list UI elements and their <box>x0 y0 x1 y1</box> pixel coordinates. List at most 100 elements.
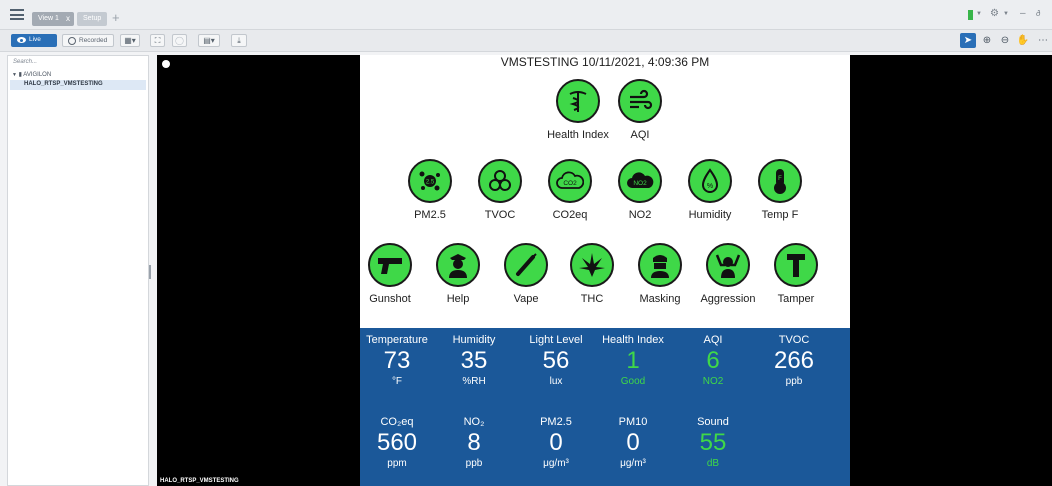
site-tree-node[interactable]: ▼ ▮ AVIGILON <box>12 71 51 78</box>
metric-label: Health Index <box>602 334 664 346</box>
metric-value: 8 <box>467 429 481 456</box>
layout-button[interactable]: ▦▾ <box>120 34 140 47</box>
clock-icon <box>68 37 76 45</box>
gear-icon[interactable]: ⚙ <box>990 8 999 19</box>
metric-label: AQI <box>703 334 723 346</box>
tab-view-1[interactable]: View 1 x <box>32 12 74 26</box>
cannabis-leaf-icon <box>570 243 614 287</box>
metric-co2eq: CO₂eq 560 ppm <box>356 416 438 469</box>
menu-icon[interactable] <box>10 9 24 20</box>
add-tab-button[interactable]: + <box>112 10 120 25</box>
metric-label: Humidity <box>452 334 496 346</box>
metric-temperature: Temperature 73 °F <box>356 334 438 387</box>
metric-unit: ppb <box>465 458 483 469</box>
metric-unit: lux <box>549 376 563 387</box>
metric-value: 0 <box>626 429 640 456</box>
metric-label: TVOC <box>778 334 810 346</box>
masked-person-icon <box>638 243 682 287</box>
maximize-button[interactable]: ð <box>1036 9 1040 18</box>
metric-pm25: PM2.5 0 μg/m³ <box>515 416 597 469</box>
camera-tree-panel: Search... ▼ ▮ AVIGILON HALO_RTSP_VMSTEST… <box>7 55 149 486</box>
particles-icon: 2.5 <box>408 159 452 203</box>
dashboard-title: VMSTESTING 10/11/2021, 4:09:36 PM <box>500 55 710 69</box>
metric-pm10: PM10 0 μg/m³ <box>592 416 674 469</box>
tab-setup-label: Setup <box>83 15 102 22</box>
metric-tvoc: TVOC 266 ppb <box>753 334 835 387</box>
chevron-down-icon[interactable]: ▼ <box>1003 11 1009 17</box>
pointer-tool-button[interactable]: ➤ <box>960 33 976 48</box>
live-button[interactable]: Live <box>11 34 57 47</box>
metric-unit: %RH <box>462 376 486 387</box>
more-tools-icon[interactable]: ⋯ <box>1036 33 1050 48</box>
live-button-label: Live <box>29 36 41 43</box>
metric-sound: Sound 55 dB <box>672 416 754 469</box>
sensor-metrics-panel: Temperature 73 °F Humidity 35 %RH Light … <box>360 328 850 486</box>
svg-text:NO2: NO2 <box>633 180 647 187</box>
chevron-down-icon[interactable]: ▼ <box>976 11 982 17</box>
recording-dot-icon <box>162 60 170 68</box>
fullscreen-button[interactable]: ⛶ <box>150 34 165 47</box>
camera-tree-item[interactable]: HALO_RTSP_VMSTESTING <box>10 80 146 90</box>
minimize-button[interactable]: – <box>1020 8 1026 19</box>
metric-value: 73 <box>383 347 411 374</box>
video-tile[interactable]: HALO_RTSP_VMSTESTING VMSTESTING 10/11/20… <box>157 55 1052 486</box>
metric-label: NO₂ <box>463 416 485 428</box>
tamper-tile: Tamper <box>754 243 838 305</box>
aqi-tile: AQI <box>598 79 682 141</box>
save-view-button[interactable]: ▤▾ <box>198 34 220 47</box>
export-button[interactable]: ⤓ <box>231 34 247 47</box>
status-indicator-icon[interactable] <box>968 10 973 20</box>
hammer-icon <box>774 243 818 287</box>
metric-label: Temperature <box>366 334 428 346</box>
record-button[interactable]: ◯ <box>172 34 187 47</box>
metric-unit: °F <box>391 376 403 387</box>
eye-icon <box>17 37 26 43</box>
close-tab-icon[interactable]: x <box>66 14 70 23</box>
metric-unit: Good <box>620 376 646 387</box>
search-input[interactable]: Search... <box>11 59 145 70</box>
metric-value: 560 <box>376 429 418 456</box>
tab-setup[interactable]: Setup <box>77 12 107 26</box>
metric-aqi: AQI 6 NO2 <box>672 334 754 387</box>
svg-text:2.5: 2.5 <box>426 180 435 186</box>
metric-unit: μg/m³ <box>620 458 646 469</box>
video-caption: HALO_RTSP_VMSTESTING <box>160 478 239 484</box>
metric-unit: ppb <box>785 376 803 387</box>
icon-label: Temp F <box>761 209 799 221</box>
metric-value: 0 <box>549 429 563 456</box>
officer-icon <box>436 243 480 287</box>
camera-label: HALO_RTSP_VMSTESTING <box>24 81 103 87</box>
thermometer-icon: F <box>758 159 802 203</box>
metric-label: Light Level <box>529 334 583 346</box>
co2-cloud-icon: CO2 <box>548 159 592 203</box>
biohazard-icon <box>478 159 522 203</box>
metric-no2: NO₂ 8 ppb <box>433 416 515 469</box>
icon-label: AQI <box>630 129 650 141</box>
halo-dashboard: VMSTESTING 10/11/2021, 4:09:36 PM Health… <box>360 55 850 486</box>
panel-resize-handle[interactable] <box>149 265 151 279</box>
metric-unit: μg/m³ <box>543 458 569 469</box>
svg-text:CO2: CO2 <box>563 180 577 187</box>
zoom-out-icon[interactable]: ⊖ <box>998 33 1012 48</box>
metric-unit: dB <box>706 458 720 469</box>
temp-tile: F Temp F <box>738 159 822 221</box>
droplet-icon: % <box>688 159 732 203</box>
metric-value: 6 <box>706 347 720 374</box>
metric-unit: NO2 <box>702 376 724 387</box>
pistol-icon <box>368 243 412 287</box>
zoom-in-icon[interactable]: ⊕ <box>980 33 994 48</box>
metric-label: Sound <box>697 416 729 428</box>
chevron-down-icon[interactable]: ▼ <box>12 72 17 78</box>
svg-text:%: % <box>707 183 713 190</box>
metric-label: PM2.5 <box>540 416 572 428</box>
tab-bar: View 1 x Setup + ▼ ⚙ ▼ – ð <box>0 0 1052 30</box>
metric-light-level: Light Level 56 lux <box>515 334 597 387</box>
pan-hand-icon[interactable]: ✋ <box>1016 33 1030 48</box>
site-label: AVIGILON <box>23 72 52 78</box>
recorded-button-label: Recorded <box>79 37 108 44</box>
metric-value: 55 <box>699 429 727 456</box>
recorded-button[interactable]: Recorded <box>62 34 114 47</box>
no2-cloud-icon: NO2 <box>618 159 662 203</box>
metric-value: 266 <box>773 347 815 374</box>
wind-icon <box>618 79 662 123</box>
